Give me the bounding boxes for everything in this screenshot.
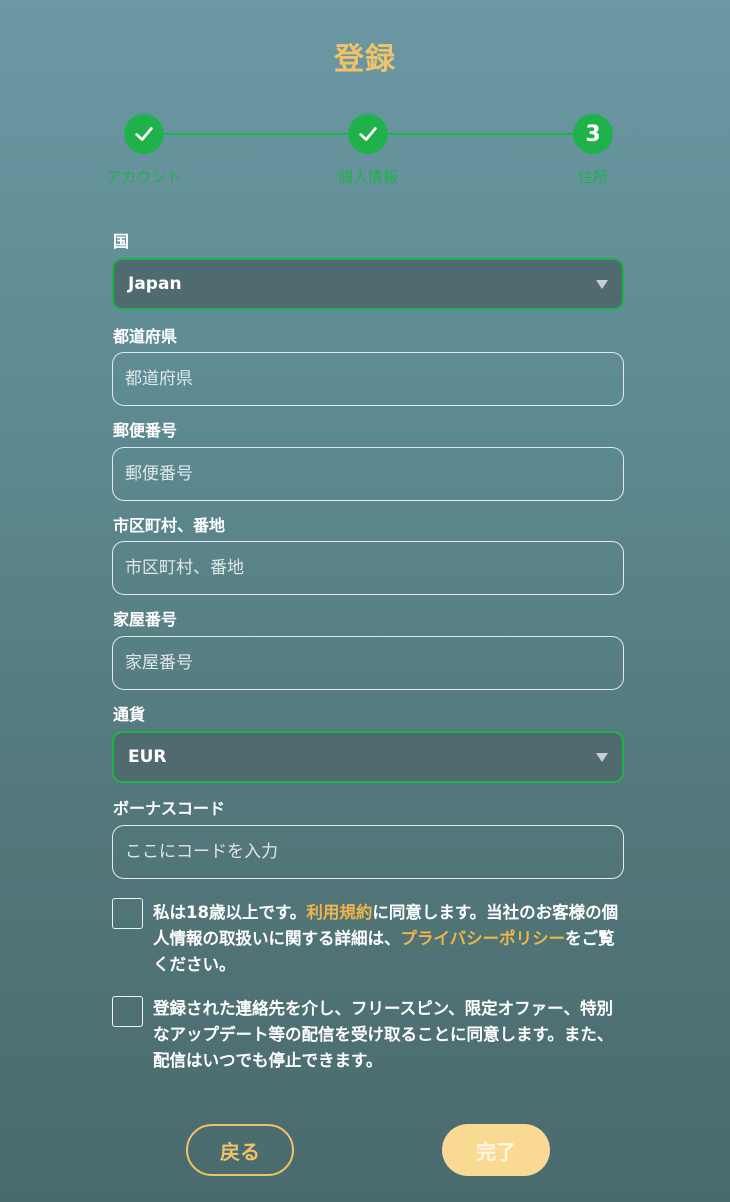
bonus-code-input[interactable] [112,825,624,879]
postal-code-input[interactable] [112,447,624,501]
step-3-label: 住所 [577,168,608,186]
dropdown-arrow-icon [596,280,608,289]
step-1-check-icon [124,114,164,154]
currency-label: 通貨 [113,705,146,724]
prefecture-input[interactable] [112,352,624,406]
city-input[interactable] [112,541,624,595]
finish-button[interactable]: 完了 [442,1124,550,1176]
currency-value: EUR [128,747,167,767]
country-label: 国 [113,232,130,251]
age-terms-text: 私は18歳以上です。利用規約に同意します。当社のお客様の個人情報の取扱いに関する… [153,900,623,978]
step-2-label: 個人情報 [337,168,398,186]
country-value: Japan [128,274,182,294]
house-number-input[interactable] [112,636,624,690]
postal-code-label: 郵便番号 [113,421,178,440]
house-number-label: 家屋番号 [113,610,178,629]
city-label: 市区町村、番地 [113,516,226,535]
page-title: 登録 [334,42,396,77]
step-1-label: アカウント [106,168,182,186]
currency-select[interactable]: EUR [112,731,624,783]
prefecture-label: 都道府県 [113,327,178,346]
step-2-check-icon [348,114,388,154]
step-connector [165,133,347,135]
progress-stepper: 3 アカウント 個人情報 住所 [0,114,730,194]
dropdown-arrow-icon [596,753,608,762]
privacy-policy-link[interactable]: プライバシーポリシー [401,929,566,948]
step-connector [389,133,573,135]
marketing-consent-text: 登録された連絡先を介し、フリースピン、限定オファー、特別なアップデート等の配信を… [153,999,614,1070]
bonus-code-label: ボーナスコード [113,799,226,818]
consent-age-text: 私は18歳以上です。 [153,903,307,922]
country-select[interactable]: Japan [112,258,624,310]
age-terms-checkbox[interactable] [112,898,143,929]
marketing-checkbox[interactable] [112,996,143,1027]
step-3-number: 3 [573,114,613,154]
terms-link[interactable]: 利用規約 [306,903,372,922]
back-button[interactable]: 戻る [186,1124,294,1176]
